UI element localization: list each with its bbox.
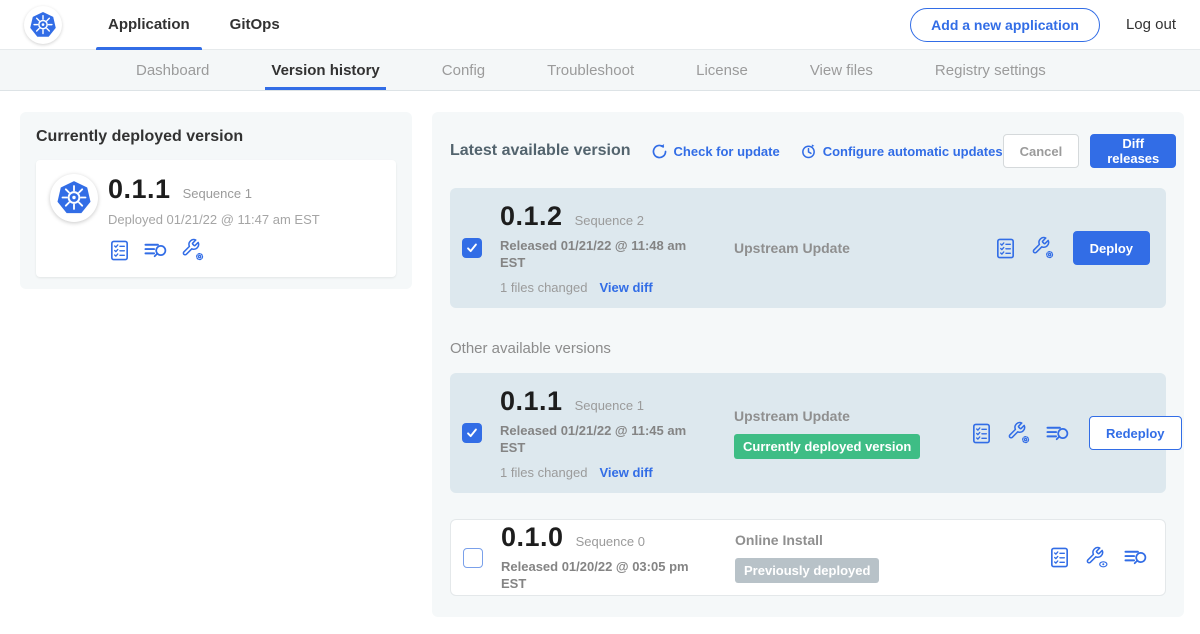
tab-gitops[interactable]: GitOps bbox=[218, 0, 292, 50]
previously-deployed-badge: Previously deployed bbox=[735, 558, 879, 583]
deployed-panel-title: Currently deployed version bbox=[36, 128, 396, 146]
latest-version-header: Latest available version Check for updat… bbox=[448, 128, 1168, 172]
version-sequence: Sequence 2 bbox=[575, 213, 644, 228]
subnav-registry-settings[interactable]: Registry settings bbox=[935, 50, 1046, 90]
subnav-dashboard[interactable]: Dashboard bbox=[136, 50, 209, 90]
subnav-troubleshoot[interactable]: Troubleshoot bbox=[547, 50, 634, 90]
subnav-view-files[interactable]: View files bbox=[810, 50, 873, 90]
other-versions-title: Other available versions bbox=[450, 340, 1166, 357]
version-checkbox[interactable] bbox=[463, 548, 483, 568]
preflight-checklist-icon[interactable] bbox=[108, 239, 131, 262]
files-changed-label: 1 files changed bbox=[500, 465, 587, 480]
deployed-version-sequence: Sequence 1 bbox=[183, 186, 252, 201]
version-checkbox[interactable] bbox=[462, 423, 482, 443]
view-config-icon[interactable] bbox=[1085, 546, 1109, 570]
latest-version-title: Latest available version bbox=[450, 142, 631, 160]
preflight-checklist-icon[interactable] bbox=[970, 422, 993, 445]
kots-admin-console: Application GitOps Add a new application… bbox=[0, 0, 1200, 634]
cancel-button[interactable]: Cancel bbox=[1003, 134, 1080, 168]
kubernetes-app-icon bbox=[50, 174, 98, 222]
diff-releases-button[interactable]: Diff releases bbox=[1090, 134, 1176, 168]
released-timestamp: Released 01/21/22 @ 11:48 am EST bbox=[500, 238, 692, 272]
preflight-checklist-icon[interactable] bbox=[994, 237, 1017, 260]
deployed-version-card: 0.1.1 Sequence 1 Deployed 01/21/22 @ 11:… bbox=[36, 160, 396, 277]
edit-config-icon[interactable] bbox=[1031, 236, 1055, 260]
active-subnav-underline bbox=[265, 87, 385, 90]
check-update-icon bbox=[651, 143, 668, 160]
edit-config-icon[interactable] bbox=[181, 238, 205, 262]
version-source: Upstream Update bbox=[734, 408, 970, 424]
tab-application[interactable]: Application bbox=[96, 0, 202, 50]
version-sequence: Sequence 1 bbox=[575, 398, 644, 413]
version-row-0-1-1: 0.1.1 Sequence 1 Released 01/21/22 @ 11:… bbox=[450, 373, 1166, 493]
version-source: Upstream Update bbox=[734, 240, 970, 256]
subnav-version-history[interactable]: Version history bbox=[271, 50, 379, 90]
version-number: 0.1.1 bbox=[500, 386, 563, 417]
version-number: 0.1.2 bbox=[500, 201, 563, 232]
configure-automatic-updates-link[interactable]: Configure automatic updates bbox=[800, 143, 1003, 160]
main-content: Currently deployed version bbox=[0, 91, 1200, 633]
version-checkbox[interactable] bbox=[462, 238, 482, 258]
tab-gitops-label: GitOps bbox=[230, 16, 280, 33]
app-sub-nav: Dashboard Version history Config Trouble… bbox=[0, 50, 1200, 91]
deploy-logs-icon[interactable] bbox=[1045, 422, 1071, 445]
version-number: 0.1.0 bbox=[501, 522, 564, 553]
deploy-logs-icon[interactable] bbox=[1123, 546, 1149, 569]
check-for-update-link[interactable]: Check for update bbox=[651, 143, 780, 160]
logout-button[interactable]: Log out bbox=[1126, 16, 1176, 33]
add-new-application-button[interactable]: Add a new application bbox=[910, 8, 1100, 42]
version-row-0-1-0: 0.1.0 Sequence 0 Released 01/20/22 @ 03:… bbox=[450, 519, 1166, 596]
edit-config-icon[interactable] bbox=[1007, 421, 1031, 445]
deployed-version-number: 0.1.1 bbox=[108, 174, 171, 205]
kubernetes-logo bbox=[24, 6, 62, 44]
subnav-config[interactable]: Config bbox=[442, 50, 485, 90]
deploy-button[interactable]: Deploy bbox=[1073, 231, 1150, 265]
subnav-license[interactable]: License bbox=[696, 50, 748, 90]
tab-application-label: Application bbox=[108, 16, 190, 33]
deploy-logs-icon[interactable] bbox=[143, 239, 169, 262]
currently-deployed-badge: Currently deployed version bbox=[734, 434, 920, 459]
latest-version-panel: Latest available version Check for updat… bbox=[432, 112, 1184, 617]
version-sequence: Sequence 0 bbox=[576, 534, 645, 549]
released-timestamp: Released 01/20/22 @ 03:05 pm EST bbox=[501, 559, 693, 593]
top-nav: Application GitOps Add a new application… bbox=[0, 0, 1200, 50]
view-diff-link[interactable]: View diff bbox=[599, 465, 652, 480]
released-timestamp: Released 01/21/22 @ 11:45 am EST bbox=[500, 423, 692, 457]
redeploy-button[interactable]: Redeploy bbox=[1089, 416, 1182, 450]
preflight-checklist-icon[interactable] bbox=[1048, 546, 1071, 569]
version-row-0-1-2: 0.1.2 Sequence 2 Released 01/21/22 @ 11:… bbox=[450, 188, 1166, 308]
currently-deployed-panel: Currently deployed version bbox=[20, 112, 412, 289]
view-diff-link[interactable]: View diff bbox=[599, 280, 652, 295]
files-changed-label: 1 files changed bbox=[500, 280, 587, 295]
deployed-timestamp: Deployed 01/21/22 @ 11:47 am EST bbox=[108, 212, 320, 227]
version-source: Online Install bbox=[735, 532, 971, 548]
auto-update-icon bbox=[800, 143, 817, 160]
